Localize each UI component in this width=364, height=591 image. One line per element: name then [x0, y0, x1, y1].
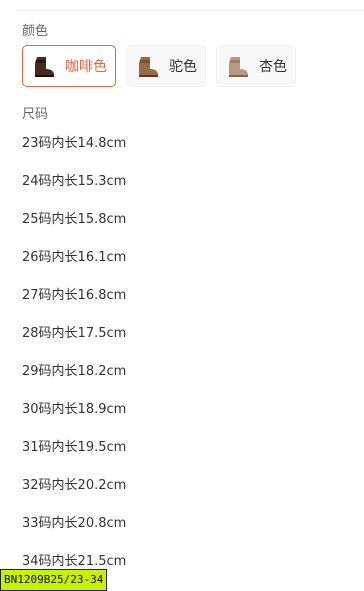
- size-option-24[interactable]: 24码内长15.3cm: [22, 172, 126, 210]
- sku-tag: BN1209B25/23-34: [0, 569, 108, 591]
- size-option-30[interactable]: 30码内长18.9cm: [22, 400, 126, 438]
- size-list: 23码内长14.8cm 24码内长15.3cm 25码内长15.8cm 26码内…: [22, 134, 126, 590]
- size-option-32[interactable]: 32码内长20.2cm: [22, 476, 126, 514]
- color-option-coffee[interactable]: 咖啡色: [22, 45, 116, 87]
- boot-thumbnail-icon: [229, 57, 248, 77]
- size-option-26[interactable]: 26码内长16.1cm: [22, 248, 126, 286]
- size-option-31[interactable]: 31码内长19.5cm: [22, 438, 126, 476]
- size-option-28[interactable]: 28码内长17.5cm: [22, 324, 126, 362]
- size-option-27[interactable]: 27码内长16.8cm: [22, 286, 126, 324]
- size-section-title: 尺码: [22, 107, 49, 122]
- top-divider: [16, 10, 364, 11]
- size-option-33[interactable]: 33码内长20.8cm: [22, 514, 126, 552]
- size-option-25[interactable]: 25码内长15.8cm: [22, 210, 126, 248]
- color-option-apricot[interactable]: 杏色: [216, 45, 296, 87]
- color-option-label: 杏色: [259, 59, 287, 75]
- boot-thumbnail-icon: [139, 57, 158, 77]
- color-options: 咖啡色 驼色 杏色: [22, 45, 296, 87]
- color-option-camel[interactable]: 驼色: [126, 45, 206, 87]
- boot-thumbnail-icon: [35, 57, 54, 77]
- size-option-23[interactable]: 23码内长14.8cm: [22, 134, 126, 172]
- color-option-label: 驼色: [169, 59, 197, 75]
- color-option-label: 咖啡色: [65, 59, 107, 75]
- color-section-title: 颜色: [22, 24, 49, 39]
- size-option-29[interactable]: 29码内长18.2cm: [22, 362, 126, 400]
